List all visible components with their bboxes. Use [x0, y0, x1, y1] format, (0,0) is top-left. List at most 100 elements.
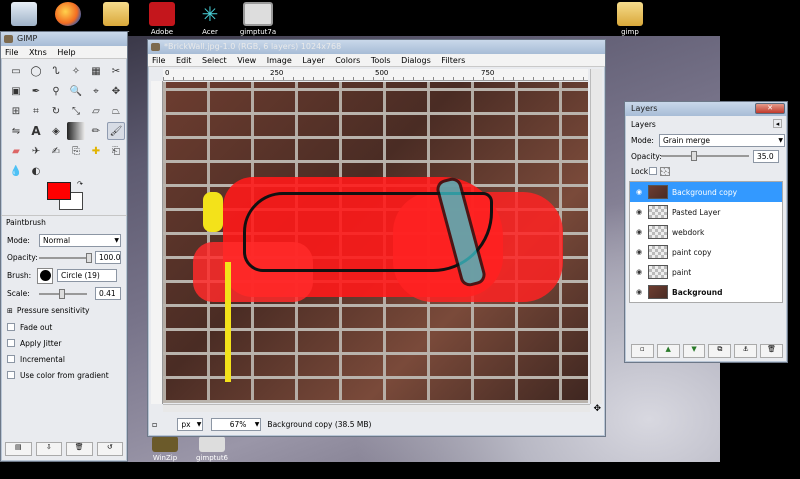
menu-colors[interactable]: Colors: [335, 56, 360, 65]
visibility-eye-icon[interactable]: ◉: [630, 268, 648, 276]
layer-row-background[interactable]: ◉ Background: [630, 282, 782, 302]
swap-colors-icon[interactable]: ↷: [77, 180, 83, 188]
menu-edit[interactable]: Edit: [176, 56, 192, 65]
navigate-icon[interactable]: ✥: [593, 404, 601, 414]
unit-select[interactable]: px ▼: [177, 417, 204, 431]
slider-handle[interactable]: [691, 151, 697, 161]
lower-layer-icon[interactable]: ▼: [682, 344, 706, 358]
image-window-titlebar[interactable]: *BrickWall.jpg-1.0 (RGB, 6 layers) 1024x…: [148, 40, 605, 54]
menu-select[interactable]: Select: [202, 56, 227, 65]
slider-handle[interactable]: [59, 288, 65, 299]
restore-options-icon[interactable]: ⇩: [35, 442, 62, 456]
layer-row-paint[interactable]: ◉ paint: [630, 262, 782, 282]
image-canvas[interactable]: [163, 82, 588, 403]
measure-tool-icon[interactable]: ⌖: [87, 82, 105, 100]
new-layer-icon[interactable]: ▫: [631, 344, 654, 358]
desktop-icon-adobe[interactable]: Adobe: [142, 2, 182, 36]
vertical-scrollbar[interactable]: [590, 69, 602, 404]
zoom-select[interactable]: 67% ▼: [211, 417, 262, 431]
visibility-eye-icon[interactable]: ◉: [630, 228, 648, 236]
desktop-icon-firefox[interactable]: [48, 2, 88, 28]
checkbox[interactable]: [7, 323, 15, 331]
layer-opacity-slider[interactable]: [661, 151, 749, 161]
horizontal-ruler[interactable]: 0 250 500 750: [163, 69, 588, 81]
quick-mask-icon[interactable]: ▫: [152, 420, 157, 429]
menu-help[interactable]: Help: [57, 48, 75, 57]
tab-menu-icon[interactable]: ◂: [773, 119, 782, 128]
delete-options-icon[interactable]: 🗑: [66, 442, 93, 456]
ink-tool-icon[interactable]: ✍: [47, 142, 65, 160]
layer-row-pasted-layer[interactable]: ◉ Pasted Layer: [630, 202, 782, 222]
pressure-row[interactable]: ⊞ Pressure sensitivity: [1, 302, 127, 319]
visibility-eye-icon[interactable]: ◉: [630, 208, 648, 216]
color-picker-tool-icon[interactable]: ⚲: [47, 82, 65, 100]
free-select-tool-icon[interactable]: ᔐ: [47, 62, 65, 80]
foreground-color-swatch[interactable]: [47, 182, 71, 200]
eraser-tool-icon[interactable]: ▰: [7, 142, 25, 160]
duplicate-layer-icon[interactable]: ⧉: [708, 344, 732, 358]
pencil-tool-icon[interactable]: ✏: [87, 122, 105, 140]
menu-view[interactable]: View: [237, 56, 256, 65]
visibility-eye-icon[interactable]: ◉: [630, 248, 648, 256]
flip-tool-icon[interactable]: ⇋: [7, 122, 25, 140]
desktop-icon-acer[interactable]: ✳ Acer: [190, 2, 230, 36]
toolbox-titlebar[interactable]: GIMP: [1, 32, 127, 46]
option-apply-jitter[interactable]: Apply Jitter: [1, 335, 127, 351]
paths-tool-icon[interactable]: ✒: [27, 82, 45, 100]
move-tool-icon[interactable]: ✥: [107, 82, 125, 100]
checkbox[interactable]: [7, 371, 15, 379]
ellipse-select-tool-icon[interactable]: ◯: [27, 62, 45, 80]
menu-dialogs[interactable]: Dialogs: [401, 56, 431, 65]
layer-opacity-value[interactable]: 35.0: [753, 149, 779, 163]
menu-filters[interactable]: Filters: [441, 56, 465, 65]
layer-row-webdork[interactable]: ◉ webdork: [630, 222, 782, 242]
slider-handle[interactable]: [86, 252, 92, 263]
paintbrush-tool-icon[interactable]: 🖌: [107, 122, 125, 140]
text-tool-icon[interactable]: A: [27, 122, 45, 140]
layer-row-background-copy[interactable]: ◉ Background copy: [630, 182, 782, 202]
color-select-tool-icon[interactable]: ▦: [87, 62, 105, 80]
opacity-slider[interactable]: [39, 252, 92, 263]
rotate-tool-icon[interactable]: ↻: [47, 102, 65, 120]
anchor-layer-icon[interactable]: ⚓: [734, 344, 758, 358]
rect-select-tool-icon[interactable]: ▭: [7, 62, 25, 80]
menu-file[interactable]: File: [5, 48, 18, 57]
option-use-color-from-gradient[interactable]: Use color from gradient: [1, 367, 127, 383]
shear-tool-icon[interactable]: ▱: [87, 102, 105, 120]
zoom-tool-icon[interactable]: 🔍: [67, 82, 85, 100]
desktop-icon-recycle-bin[interactable]: [4, 2, 44, 28]
horizontal-scrollbar[interactable]: [163, 404, 590, 412]
menu-layer[interactable]: Layer: [302, 56, 324, 65]
desktop-icon-gimp-folder[interactable]: gimp: [610, 2, 650, 36]
menu-file[interactable]: File: [152, 56, 165, 65]
menu-tools[interactable]: Tools: [371, 56, 391, 65]
blur-tool-icon[interactable]: 💧: [7, 162, 25, 180]
brush-preview[interactable]: [37, 267, 53, 284]
delete-layer-icon[interactable]: 🗑: [760, 344, 783, 358]
scale-value[interactable]: 0.41: [95, 287, 121, 300]
save-options-icon[interactable]: ▤: [5, 442, 32, 456]
checkbox[interactable]: [7, 339, 15, 347]
fuzzy-select-tool-icon[interactable]: ✧: [67, 62, 85, 80]
raise-layer-icon[interactable]: ▲: [656, 344, 680, 358]
mode-select[interactable]: Normal ▼: [39, 234, 121, 247]
scissors-tool-icon[interactable]: ✂: [107, 62, 125, 80]
perspective-clone-tool-icon[interactable]: ⎗: [107, 142, 125, 160]
option-incremental[interactable]: Incremental: [1, 351, 127, 367]
layer-mode-select[interactable]: Grain merge ▼: [659, 133, 785, 147]
menu-xtns[interactable]: Xtns: [29, 48, 47, 57]
heal-tool-icon[interactable]: ✚: [87, 142, 105, 160]
blend-tool-icon[interactable]: [67, 122, 85, 140]
align-tool-icon[interactable]: ⊞: [7, 102, 25, 120]
scale-tool-icon[interactable]: ⤡: [67, 102, 85, 120]
opacity-value[interactable]: 100.0: [95, 251, 121, 264]
desktop-icon-gimptut7a[interactable]: gimptut7a: [238, 2, 278, 36]
desktop-icon-folder[interactable]: er: [96, 2, 136, 37]
airbrush-tool-icon[interactable]: ✈: [27, 142, 45, 160]
scale-slider[interactable]: [39, 288, 87, 299]
crop-tool-icon[interactable]: ⌗: [27, 102, 45, 120]
menu-image[interactable]: Image: [267, 56, 292, 65]
foreground-select-tool-icon[interactable]: ▣: [7, 82, 25, 100]
lock-alpha-icon[interactable]: [660, 166, 670, 176]
layers-titlebar[interactable]: Layers ✕: [625, 102, 787, 116]
